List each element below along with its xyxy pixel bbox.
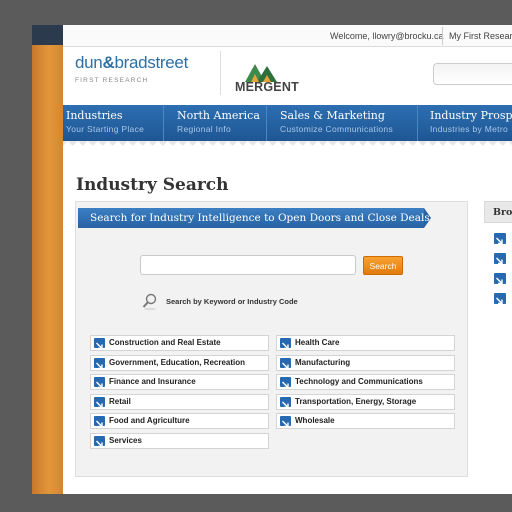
main-nav: Industries Your Starting Place North Ame… [63,105,512,141]
nav-item-industry-prospect[interactable]: Industry Prospect Industries by Metro [427,105,512,141]
nav-title: Industry Prospect [430,109,512,122]
industry-label: Government, Education, Recreation [109,357,246,367]
browse-arrow-icon[interactable] [494,253,506,265]
arrow-down-right-icon [94,416,105,428]
browse-arrow-icon[interactable] [494,233,506,245]
page-title: Industry Search [76,175,229,195]
arrow-down-right-icon [280,416,291,428]
my-first-research-link[interactable]: My First Research [449,31,512,41]
industry-link[interactable]: Manufacturing [276,354,455,371]
industry-link[interactable]: Services [90,432,269,449]
nav-title: North America [177,109,260,122]
industry-label: Services [109,435,142,445]
page: Welcome, llowry@brocku.ca My First Resea… [63,25,512,494]
industry-link[interactable]: Food and Agriculture [90,413,269,429]
industry-link[interactable]: Construction and Real Estate [90,335,269,351]
window-frame-left [0,25,32,512]
industry-label: Food and Agriculture [109,416,190,425]
industry-label: Transportation, Energy, Storage [295,396,417,406]
orange-bar-cap [32,25,63,45]
arrow-down-right-icon [94,357,105,369]
banner-text: Search for Industry Intelligence to Open… [90,212,430,224]
nav-title: Sales & Marketing [280,109,385,122]
industry-label: Technology and Communications [295,377,423,386]
nav-title: Industries [66,109,123,122]
industry-link[interactable]: Technology and Communications [276,374,455,390]
nav-zigzag-divider [63,141,512,151]
arrow-down-right-icon [280,357,291,369]
arrow-down-right-icon [280,338,291,350]
nav-subtitle: Regional Info [177,124,231,134]
window-frame-top [0,0,512,25]
utility-divider [442,27,443,45]
mergent-wordmark: MERGENT [235,80,299,94]
nav-subtitle: Industries by Metro [430,124,508,134]
search-button[interactable]: Search [363,256,403,275]
arrow-down-right-icon [280,377,291,389]
dnb-word-2: bradstreet [114,53,188,72]
dnb-ampersand: & [102,53,115,72]
arrow-down-right-icon [94,435,105,447]
browse-title: Brow [493,207,512,218]
browse-arrow-icon[interactable] [494,293,506,305]
search-input[interactable] [140,255,356,275]
industry-label: Construction and Real Estate [109,338,221,347]
industry-search-panel: Search for Industry Intelligence to Open… [75,201,468,477]
industry-label: Health Care [295,338,340,347]
browse-arrow-icon[interactable] [494,273,506,285]
industry-link[interactable]: Retail [90,393,269,410]
dnb-wordmark: dun&bradstreet [75,53,188,73]
search-hint-label: Search by Keyword or Industry Code [166,297,298,306]
arrow-down-right-icon [94,396,105,408]
industry-link[interactable]: Transportation, Energy, Storage [276,393,455,410]
dnb-logo[interactable]: dun&bradstreet FIRST RESEARCH [75,53,188,84]
welcome-text: Welcome, llowry@brocku.ca [330,31,444,41]
nav-item-sales-marketing[interactable]: Sales & Marketing Customize Communicatio… [277,105,418,141]
nav-item-industries[interactable]: Industries Your Starting Place [63,105,164,141]
industry-link[interactable]: Finance and Insurance [90,374,269,390]
dnb-word-1: dun [75,53,103,72]
logo-divider [220,51,221,95]
industry-label: Manufacturing [295,357,351,367]
nav-item-north-america[interactable]: North America Regional Info [174,105,267,141]
arrow-down-right-icon [94,338,105,350]
orange-side-bar [32,25,63,494]
industry-link[interactable]: Wholesale [276,413,455,429]
window-frame-bottom [32,494,512,512]
mergent-mountain-icon [245,64,277,82]
browse-sidebar: Brow [484,201,512,361]
mergent-logo[interactable]: MERGENT [233,60,303,94]
industry-link[interactable]: Government, Education, Recreation [90,354,269,371]
dnb-subtitle: FIRST RESEARCH [75,77,149,84]
magnifier-icon [142,293,157,311]
nav-subtitle: Customize Communications [280,124,394,134]
industry-label: Finance and Insurance [109,377,196,386]
header-search-input[interactable] [433,63,512,85]
arrow-down-right-icon [94,377,105,389]
arrow-down-right-icon [280,396,291,408]
industry-label: Retail [109,396,131,406]
search-banner: Search for Industry Intelligence to Open… [78,208,431,228]
industry-link[interactable]: Health Care [276,335,455,351]
utility-bar: Welcome, llowry@brocku.ca My First Resea… [63,25,512,47]
nav-subtitle: Your Starting Place [66,124,145,134]
industry-label: Wholesale [295,416,335,425]
browse-header: Brow [484,201,512,223]
